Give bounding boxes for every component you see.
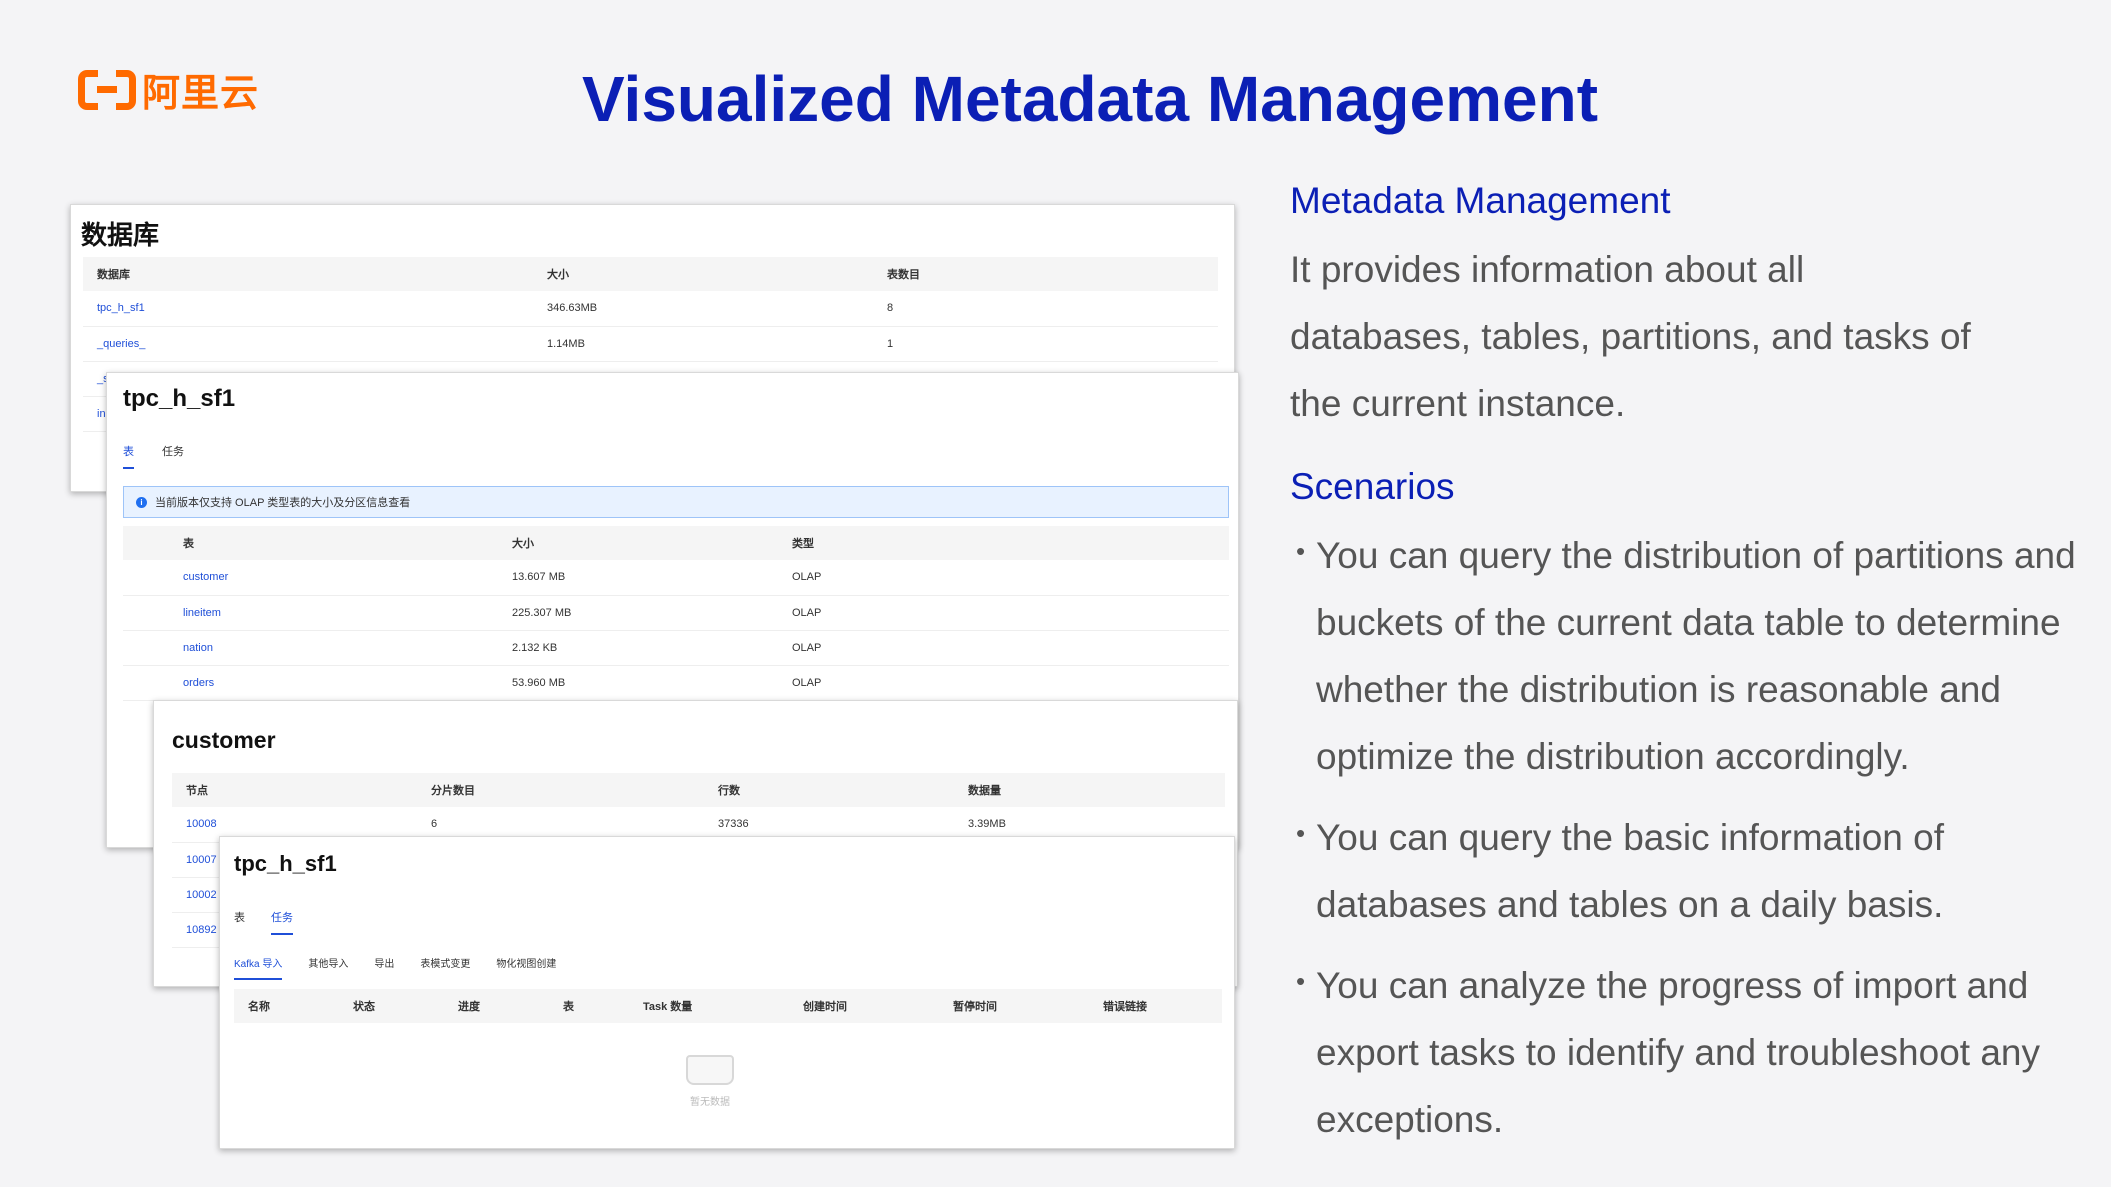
intro-line: It provides information about all: [1290, 249, 1805, 290]
customer-panel-title: customer: [172, 727, 276, 753]
cell-size: 1.14MB: [533, 326, 873, 362]
table-link[interactable]: lineitem: [123, 595, 498, 631]
cell-type: OLAP: [778, 630, 1229, 666]
scenario-item: You can analyze the progress of import a…: [1296, 948, 2096, 1153]
cell-count: 1: [873, 326, 1218, 362]
scenario-line: optimize the distribution accordingly.: [1316, 736, 1910, 777]
col-error-link: 错误链接: [1089, 989, 1222, 1023]
intro-paragraph: It provides information about all databa…: [1290, 236, 2090, 437]
task-type-subtabs: Kafka 导入 其他导入 导出 表模式变更 物化视图创建: [234, 955, 556, 980]
table-link[interactable]: orders: [123, 665, 498, 701]
col-shards: 分片数目: [417, 773, 704, 807]
table-row[interactable]: lineitem 225.307 MB OLAP: [123, 595, 1229, 631]
table-row[interactable]: customer 13.607 MB OLAP: [123, 560, 1229, 596]
tables-panel-title: tpc_h_sf1: [123, 385, 236, 412]
subtab-export[interactable]: 导出: [374, 955, 394, 980]
scenario-line: buckets of the current data table to det…: [1316, 602, 2061, 643]
cell-size: 2.132 KB: [498, 630, 778, 666]
intro-line: the current instance.: [1290, 383, 1626, 424]
col-created-time: 创建时间: [789, 989, 939, 1023]
cell-type: OLAP: [778, 595, 1229, 631]
tasks-panel-tabs: 表 任务: [234, 909, 293, 935]
subtab-other-import[interactable]: 其他导入: [308, 955, 348, 980]
olap-notice: i 当前版本仅支持 OLAP 类型表的大小及分区信息查看: [123, 486, 1229, 518]
scenario-line: databases and tables on a daily basis.: [1316, 884, 1944, 925]
cell-size: 346.63MB: [533, 291, 873, 327]
subtab-kafka-import[interactable]: Kafka 导入: [234, 955, 283, 980]
heading-scenarios: Scenarios: [1290, 466, 1455, 507]
empty-box-icon: [686, 1055, 734, 1085]
tables-panel-tabs: 表 任务: [123, 443, 184, 469]
tab-tasks[interactable]: 任务: [162, 443, 184, 469]
cell-size: 53.960 MB: [498, 665, 778, 701]
heading-metadata-management: Metadata Management: [1290, 180, 1671, 221]
table-link[interactable]: nation: [123, 630, 498, 666]
cell-size: 13.607 MB: [498, 560, 778, 596]
table-row[interactable]: tpc_h_sf1 346.63MB 8: [83, 291, 1218, 327]
cell-type: OLAP: [778, 665, 1229, 701]
scenario-list: You can query the distribution of partit…: [1296, 518, 2096, 1167]
cell-type: OLAP: [778, 560, 1229, 596]
scenario-line: export tasks to identify and troubleshoo…: [1316, 1032, 2040, 1073]
col-table-count: 表数目: [873, 257, 1218, 291]
intro-line: databases, tables, partitions, and tasks…: [1290, 316, 1971, 357]
scenario-item: You can query the basic information of d…: [1296, 800, 2096, 938]
scenario-item: You can query the distribution of partit…: [1296, 518, 2096, 790]
col-name: 名称: [234, 989, 339, 1023]
col-status: 状态: [339, 989, 444, 1023]
scenario-line: exceptions.: [1316, 1099, 1504, 1140]
notice-text: 当前版本仅支持 OLAP 类型表的大小及分区信息查看: [155, 497, 411, 509]
table-link[interactable]: customer: [123, 560, 498, 596]
col-size: 大小: [533, 257, 873, 291]
info-icon: i: [136, 496, 147, 508]
scenario-line: You can analyze the progress of import a…: [1316, 965, 2029, 1006]
scenario-line: You can query the basic information of: [1316, 817, 1945, 858]
database-link[interactable]: tpc_h_sf1: [83, 291, 533, 327]
table-row[interactable]: nation 2.132 KB OLAP: [123, 630, 1229, 666]
scenario-line: whether the distribution is reasonable a…: [1316, 669, 2001, 710]
tasks-panel: tpc_h_sf1 表 任务 Kafka 导入 其他导入 导出 表模式变更 物化…: [219, 836, 1235, 1149]
tasks-panel-title: tpc_h_sf1: [234, 851, 337, 876]
empty-state: 暂无数据: [670, 1055, 750, 1108]
tab-tables[interactable]: 表: [234, 909, 245, 935]
table-row[interactable]: orders 53.960 MB OLAP: [123, 665, 1229, 701]
empty-text: 暂无数据: [690, 1097, 730, 1108]
col-table: 表: [123, 526, 498, 560]
col-progress: 进度: [444, 989, 549, 1023]
col-rows: 行数: [704, 773, 954, 807]
cell-count: 8: [873, 291, 1218, 327]
tasks-table: 名称 状态 进度 表 Task 数量 创建时间 暂停时间 错误链接: [234, 989, 1222, 1023]
scenario-line: You can query the distribution of partit…: [1316, 535, 2076, 576]
cell-size: 225.307 MB: [498, 595, 778, 631]
col-task-count: Task 数量: [629, 989, 789, 1023]
col-table: 表: [549, 989, 629, 1023]
subtab-mv-create[interactable]: 物化视图创建: [496, 955, 556, 980]
col-size: 大小: [498, 526, 778, 560]
database-link[interactable]: _queries_: [83, 326, 533, 362]
tables-table: 表 大小 类型 customer 13.607 MB OLAP lineitem 22…: [123, 526, 1229, 701]
col-type: 类型: [778, 526, 1229, 560]
tab-tables[interactable]: 表: [123, 443, 134, 469]
tab-tasks[interactable]: 任务: [271, 909, 293, 935]
col-data-size: 数据量: [954, 773, 1225, 807]
col-database: 数据库: [83, 257, 533, 291]
col-paused-time: 暂停时间: [939, 989, 1089, 1023]
database-panel-title: 数据库: [81, 220, 160, 250]
col-node: 节点: [172, 773, 417, 807]
slide-title: Visualized Metadata Management: [582, 63, 1598, 135]
table-row[interactable]: _queries_ 1.14MB 1: [83, 326, 1218, 362]
subtab-schema-change[interactable]: 表模式变更: [420, 955, 470, 980]
